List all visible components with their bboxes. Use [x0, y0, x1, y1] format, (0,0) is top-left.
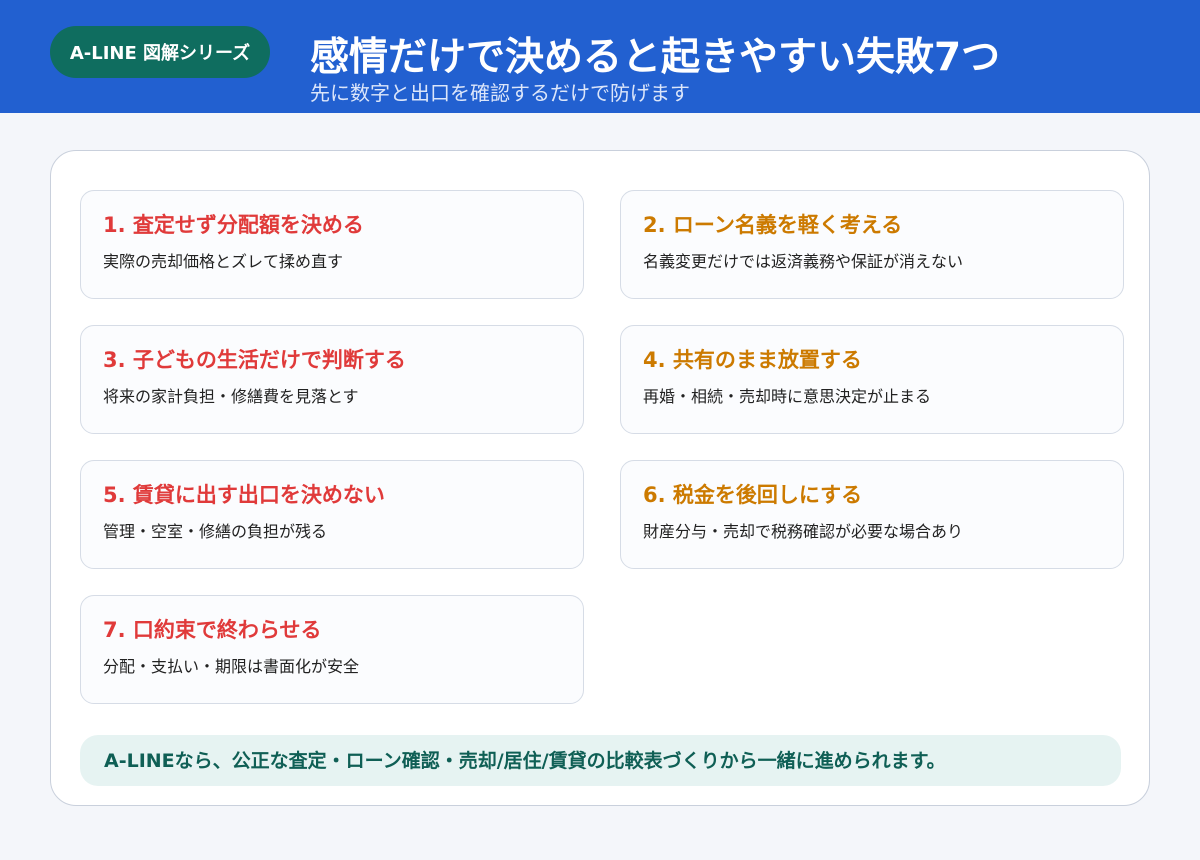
card-description: 分配・支払い・期限は書面化が安全 — [103, 657, 360, 676]
page-title: 感情だけで決めると起きやすい失敗7つ — [310, 35, 1001, 80]
card-title: 6. 税金を後回しにする — [643, 483, 863, 507]
failure-card-4: 4. 共有のまま放置する 再婚・相続・売却時に意思決定が止まる — [620, 325, 1124, 434]
failure-card-3: 3. 子どもの生活だけで判断する 将来の家計負担・修繕費を見落とす — [80, 325, 584, 434]
failure-card-6: 6. 税金を後回しにする 財産分与・売却で税務確認が必要な場合あり — [620, 460, 1124, 569]
card-title: 2. ローン名義を軽く考える — [643, 213, 903, 237]
failure-card-2: 2. ローン名義を軽く考える 名義変更だけでは返済義務や保証が消えない — [620, 190, 1124, 299]
card-title: 3. 子どもの生活だけで判断する — [103, 348, 406, 372]
card-description: 将来の家計負担・修繕費を見落とす — [103, 387, 359, 406]
card-title: 1. 査定せず分配額を決める — [103, 213, 364, 237]
footer-callout: A-LINEなら、公正な査定・ローン確認・売却/居住/賃貸の比較表づくりから一緒… — [80, 735, 1121, 786]
card-title: 7. 口約束で終わらせる — [103, 618, 322, 642]
failure-card-7: 7. 口約束で終わらせる 分配・支払い・期限は書面化が安全 — [80, 595, 584, 704]
footer-text: A-LINEなら、公正な査定・ローン確認・売却/居住/賃貸の比較表づくりから一緒… — [104, 750, 946, 772]
card-description: 名義変更だけでは返済義務や保証が消えない — [643, 252, 964, 271]
card-description: 再婚・相続・売却時に意思決定が止まる — [643, 387, 932, 406]
page-subtitle: 先に数字と出口を確認するだけで防げます — [310, 81, 690, 105]
card-description: 財産分与・売却で税務確認が必要な場合あり — [643, 522, 964, 541]
failure-card-1: 1. 査定せず分配額を決める 実際の売却価格とズレて揉め直す — [80, 190, 584, 299]
card-title: 4. 共有のまま放置する — [643, 348, 862, 372]
series-badge: A-LINE 図解シリーズ — [50, 26, 270, 78]
header-banner: A-LINE 図解シリーズ 感情だけで決めると起きやすい失敗7つ 先に数字と出口… — [0, 0, 1200, 113]
card-description: 管理・空室・修繕の負担が残る — [103, 522, 328, 541]
card-description: 実際の売却価格とズレて揉め直す — [103, 252, 344, 271]
card-title: 5. 賃貸に出す出口を決めない — [103, 483, 385, 507]
failure-card-5: 5. 賃貸に出す出口を決めない 管理・空室・修繕の負担が残る — [80, 460, 584, 569]
